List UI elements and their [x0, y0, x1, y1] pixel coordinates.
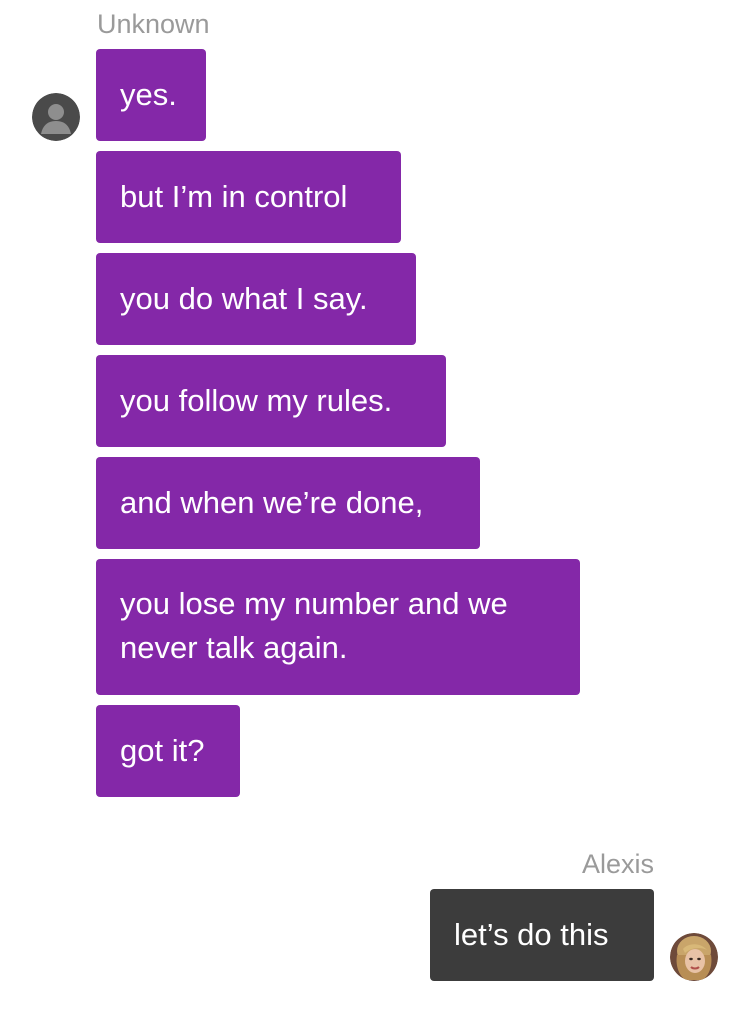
incoming-message-bubble[interactable]: you do what I say. [96, 253, 416, 345]
user-photo-icon[interactable] [670, 933, 718, 981]
outgoing-sender-name: Alexis [581, 849, 654, 879]
incoming-message-bubble[interactable]: you lose my number and we never talk aga… [96, 559, 580, 695]
incoming-message-bubble[interactable]: yes. [96, 49, 206, 141]
incoming-message-bubble[interactable]: you follow my rules. [96, 355, 446, 447]
outgoing-message-bubble[interactable]: let’s do this [430, 889, 654, 981]
incoming-message-bubble[interactable]: but I’m in control [96, 151, 401, 243]
default-user-icon[interactable] [32, 93, 80, 141]
incoming-sender-name: Unknown [97, 9, 210, 39]
incoming-message-bubble[interactable]: got it? [96, 705, 240, 797]
incoming-message-bubble[interactable]: and when we’re done, [96, 457, 480, 549]
